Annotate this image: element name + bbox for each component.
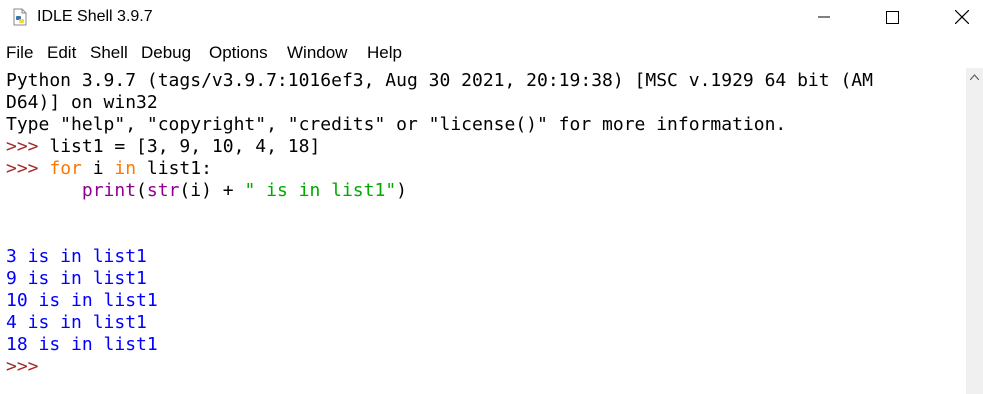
input-line-1: >>> list1 = [3, 9, 10, 4, 18] [6, 136, 320, 158]
output-line: 10 is in list1 [6, 290, 158, 311]
prompt: >>> [6, 136, 39, 157]
output-line: 18 is in list1 [6, 334, 158, 355]
input-code: ) [396, 180, 407, 201]
final-prompt-line: >>> [6, 356, 39, 378]
arrow-up-icon [970, 73, 979, 80]
builtin-print: print [81, 180, 137, 201]
menu-window[interactable]: Window [287, 43, 347, 63]
title-bar: IDLE Shell 3.9.7 [0, 0, 983, 34]
output-line: 3 is in list1 [6, 246, 147, 267]
close-icon [955, 10, 969, 24]
menu-bar: File Edit Shell Debug Options Window Hel… [0, 40, 983, 66]
menu-shell[interactable]: Shell [90, 43, 128, 63]
banner-line-3: Type "help", "copyright", "credits" or "… [6, 114, 787, 135]
maximize-icon [885, 10, 899, 24]
builtin-str: str [146, 180, 180, 201]
keyword-for: for [49, 158, 82, 179]
menu-file[interactable]: File [6, 43, 33, 63]
window-title: IDLE Shell 3.9.7 [37, 8, 153, 25]
keyword-in: in [114, 158, 137, 179]
maximize-button[interactable] [869, 0, 915, 34]
close-button[interactable] [939, 0, 983, 34]
input-code: (i) + [179, 180, 245, 201]
shell-text-area[interactable]: Python 3.9.7 (tags/v3.9.7:1016ef3, Aug 3… [0, 68, 966, 394]
input-line-2: >>> for i in list1: [6, 158, 212, 180]
prompt: >>> [6, 356, 39, 377]
output-line: 4 is in list1 [6, 312, 147, 333]
vertical-scrollbar[interactable] [966, 68, 983, 394]
input-code: ( [136, 180, 147, 201]
prompt: >>> [6, 158, 39, 179]
input-code: list1 = [3, 9, 10, 4, 18] [38, 136, 321, 157]
input-code: list1: [136, 158, 212, 179]
input-line-3: print(str(i) + " is in list1") [6, 180, 407, 202]
idle-python-icon [13, 8, 27, 26]
banner-line-1: Python 3.9.7 (tags/v3.9.7:1016ef3, Aug 3… [6, 70, 873, 91]
string-literal: " is in list1" [244, 180, 397, 201]
banner-line-2: D64)] on win32 [6, 92, 158, 113]
minimize-button[interactable] [801, 0, 847, 34]
menu-edit[interactable]: Edit [47, 43, 76, 63]
menu-help[interactable]: Help [367, 43, 402, 63]
output-line: 9 is in list1 [6, 268, 147, 289]
scroll-up-button[interactable] [966, 68, 983, 85]
menu-debug[interactable]: Debug [141, 43, 191, 63]
minimize-icon [818, 16, 830, 18]
menu-options[interactable]: Options [209, 43, 268, 63]
input-code: i [81, 158, 115, 179]
